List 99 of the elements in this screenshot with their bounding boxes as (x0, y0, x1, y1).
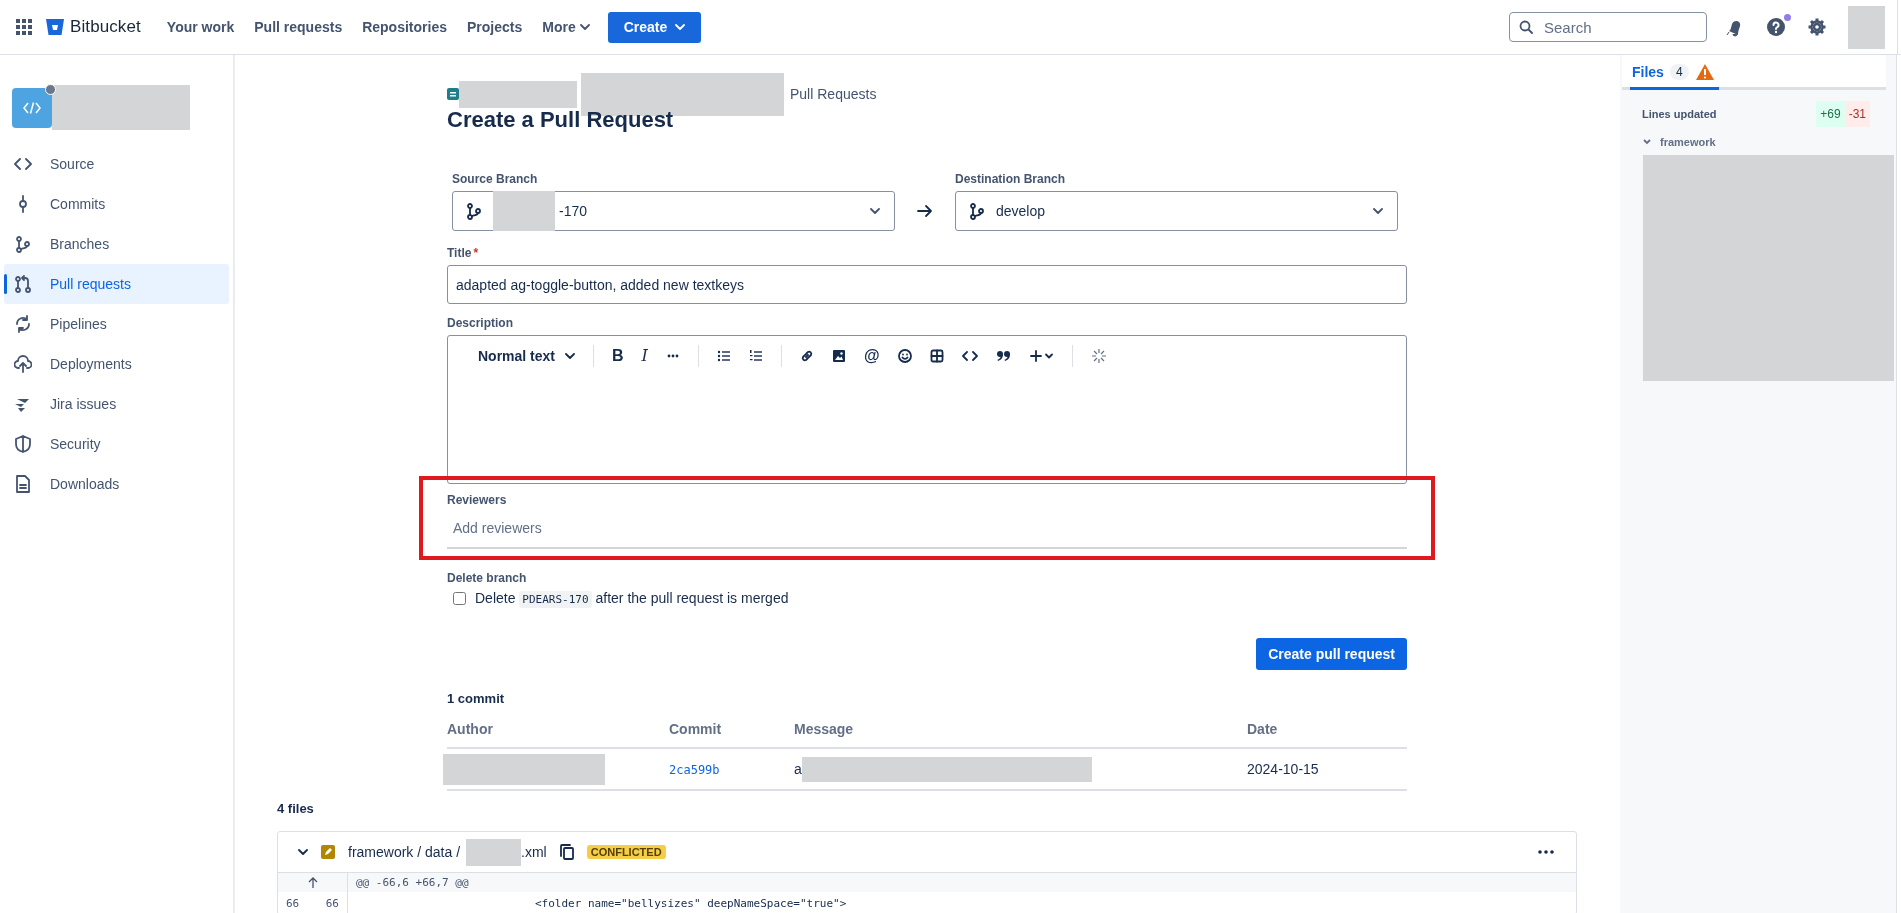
image-icon[interactable] (831, 349, 846, 363)
column-header: Date (1247, 721, 1279, 737)
field-label: Description (447, 316, 514, 330)
sidebar-item[interactable]: Security (4, 424, 229, 464)
chevron-down-icon (675, 24, 686, 30)
bucket-logo-icon[interactable] (46, 19, 64, 35)
bold-button[interactable]: B (612, 348, 624, 364)
branch-icon (14, 235, 32, 253)
folder-item[interactable]: framework (1643, 136, 1894, 148)
quote-icon[interactable] (995, 349, 1012, 363)
lines-updated-label: Lines updated (1642, 108, 1717, 120)
nav-link[interactable]: Pull requests (254, 19, 343, 35)
repository-icon (447, 88, 459, 100)
chevron-down-icon (870, 208, 880, 214)
code-icon[interactable] (961, 349, 978, 363)
redacted-block (493, 191, 555, 231)
title-input[interactable]: adapted ag-toggle-button, added new textkeys (447, 265, 1407, 304)
nav-link[interactable]: Projects (467, 19, 523, 35)
branch-icon (968, 202, 986, 220)
collapse-icon[interactable] (1090, 348, 1107, 364)
status-lozenge: CONFLICTED (586, 845, 666, 859)
table-icon[interactable] (929, 349, 944, 363)
column-header: Message (794, 721, 855, 737)
field-label: Source Branch (452, 172, 539, 186)
branch-select[interactable]: develop (955, 191, 1398, 231)
search-field[interactable]: Search (1509, 12, 1707, 42)
italic-button[interactable]: I (641, 348, 648, 364)
more-icon[interactable] (1538, 850, 1554, 854)
checkbox-label: Delete PDEARS-170 after the pull request is merged (475, 590, 789, 606)
sidebar-item[interactable]: Source (4, 144, 229, 184)
redacted-block (1848, 5, 1885, 49)
checkbox[interactable] (453, 591, 466, 605)
sidebar-item[interactable]: Branches (4, 224, 229, 264)
sidebar-item[interactable]: Pipelines (4, 304, 229, 344)
shield-icon (14, 435, 32, 453)
chevron-down-icon (579, 24, 590, 30)
section-heading: 4 files (277, 801, 315, 816)
description-editor[interactable]: Normal text B I @ (447, 335, 1407, 484)
removed-count: -31 (1844, 101, 1870, 127)
chevron-down-icon[interactable] (298, 847, 308, 857)
redacted-block (466, 838, 522, 866)
table-cell-text: 2024-10-15 (1247, 761, 1320, 777)
branch-icon (465, 202, 483, 220)
app-switcher-icon[interactable] (16, 19, 32, 35)
field-label: Title (447, 246, 472, 260)
text-style-dropdown[interactable]: Normal text (478, 348, 576, 364)
link-icon[interactable] (799, 349, 814, 363)
count-badge: 4 (1669, 64, 1689, 80)
column-header: Author (447, 721, 494, 737)
field-label: Destination Branch (955, 172, 1066, 186)
breadcrumb-link[interactable]: Pull Requests (790, 86, 877, 102)
chevron-down-icon (1373, 208, 1383, 214)
search-icon (1519, 20, 1533, 34)
arrow-up-icon[interactable] (307, 876, 318, 889)
table-cell: a (794, 761, 802, 777)
nav-link[interactable]: Your work (166, 19, 235, 35)
column-header: Commit (669, 721, 723, 737)
bullet-list-icon[interactable] (716, 349, 731, 363)
section-heading: 1 commit (447, 691, 506, 706)
settings-icon[interactable] (1807, 17, 1827, 37)
file-extension: .xml (521, 844, 547, 860)
arrow-right-icon (917, 204, 933, 218)
field-label: Delete branch (447, 571, 528, 585)
nav-link[interactable]: Repositories (362, 19, 447, 35)
pencil-icon (321, 845, 335, 859)
cloud-upload-icon (14, 355, 32, 373)
sidebar-item[interactable]: Deployments (4, 344, 229, 384)
product-name[interactable]: Bitbucket (70, 17, 141, 37)
refresh-icon (14, 315, 32, 333)
pull-request-icon (14, 275, 32, 293)
sidebar-item[interactable]: Pull requests (4, 264, 229, 304)
reviewers-input[interactable]: Add reviewers (447, 520, 759, 536)
create-pull-request-button[interactable]: Create pull request (1256, 638, 1407, 670)
line-number: 66 (286, 896, 300, 910)
plus-dropdown-icon[interactable] (1029, 349, 1054, 363)
hunk-header: @@ -66,6 +66,7 @@ (355, 876, 469, 889)
numbered-list-icon[interactable] (748, 349, 763, 363)
emoji-icon[interactable] (897, 349, 912, 363)
more-menu[interactable]: More (542, 19, 590, 35)
branch-select[interactable]: -170 (452, 191, 895, 231)
field-label: Reviewers (447, 493, 508, 507)
create-button[interactable]: Create (607, 11, 702, 43)
added-count: +69 (1816, 101, 1845, 127)
line-number: 66 (325, 896, 339, 910)
code-icon (23, 101, 41, 114)
commit-link[interactable]: 2ca599b (669, 763, 720, 777)
page-title: Create a Pull Request (447, 107, 675, 133)
code-line: <folder name="bellysizes" deepNameSpace="true"> (534, 896, 847, 910)
copy-icon[interactable] (559, 844, 574, 860)
sidebar-item[interactable]: Commits (4, 184, 229, 224)
required-mark: * (473, 246, 479, 260)
file-path: framework / data / (348, 844, 461, 860)
mention-button[interactable]: @ (863, 348, 880, 364)
sidebar-item[interactable]: Downloads (4, 464, 229, 504)
document-icon (14, 475, 32, 493)
code-icon (14, 155, 32, 173)
help-icon[interactable] (1766, 17, 1786, 37)
sidebar-item[interactable]: Jira issues (4, 384, 229, 424)
chevron-down-icon (565, 353, 576, 359)
